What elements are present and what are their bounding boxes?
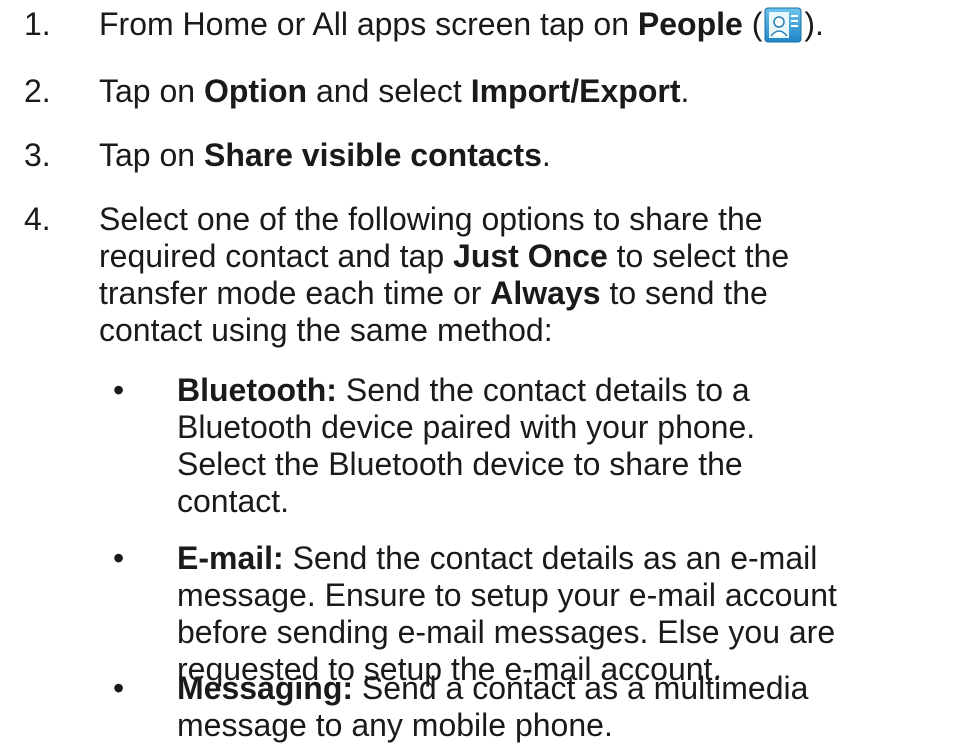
bullet-line: Select the Bluetooth device to share the — [177, 446, 743, 482]
option-just-once: Just Once — [453, 238, 608, 274]
step-text-part: . — [680, 73, 690, 109]
step-number: 2. — [24, 73, 51, 109]
menu-share-visible-contacts: Share visible contacts — [203, 137, 542, 173]
step-text-part: to send the — [600, 275, 768, 311]
bullet-label: Messaging: — [177, 670, 354, 706]
bullet-text-part: Send the contact details as an e-mail — [283, 540, 818, 576]
step-number: 3. — [24, 137, 51, 173]
bullet-line: message to any mobile phone. — [177, 707, 613, 743]
bullet-text-part: Send the contact details to a — [336, 372, 750, 408]
step-number: 1. — [24, 6, 51, 42]
step-line: contact using the same method: — [99, 312, 553, 348]
bullet-text: E-mail: Send the contact details as an e… — [177, 538, 957, 687]
bullet-line: contact. — [177, 483, 290, 519]
step-text: Tap on Share visible contacts. — [99, 135, 954, 175]
step-text-part: ( — [742, 6, 763, 42]
step-line: Select one of the following options to s… — [99, 201, 763, 237]
step-text: Tap on Option and select Import/Export. — [99, 71, 954, 111]
step-text-part: required contact and tap — [99, 238, 454, 274]
step-text-part: and select — [307, 73, 471, 109]
step-text-part: Tap on — [99, 137, 204, 173]
bullet-label: E-mail: — [177, 540, 284, 576]
menu-option: Option — [203, 73, 308, 109]
option-always: Always — [490, 275, 601, 311]
bullet-text-part: Send a contact as a multimedia — [353, 670, 809, 706]
step-text-part: transfer mode each time or — [99, 275, 491, 311]
bullet-line: before sending e-mail messages. Else you… — [177, 614, 836, 650]
step-text-part: . — [541, 137, 551, 173]
bullet-symbol: • — [113, 540, 125, 576]
bullet-line: Bluetooth device paired with your phone. — [177, 409, 756, 445]
bullet-text: Messaging: Send a contact as a multimedi… — [177, 668, 957, 743]
step-text: Select one of the following options to s… — [99, 199, 954, 348]
menu-import-export: Import/Export — [470, 73, 681, 109]
bullet-line: message. Ensure to setup your e-mail acc… — [177, 577, 837, 613]
bullet-symbol: • — [113, 372, 125, 408]
bullet-label: Bluetooth: — [177, 372, 337, 408]
people-app-icon — [764, 7, 802, 43]
step-text-part: ). — [804, 6, 824, 42]
step-text-part: From Home or All apps screen tap on — [99, 6, 638, 42]
step-text: From Home or All apps screen tap on Peop… — [99, 4, 954, 44]
page: { "steps": [ { "number": "1.", "lines": … — [0, 0, 957, 744]
bullet-text: Bluetooth: Send the contact details to a… — [177, 370, 957, 519]
app-name-people: People — [637, 6, 743, 42]
bullet-symbol: • — [113, 670, 125, 706]
step-text-part: Tap on — [99, 73, 204, 109]
step-number: 4. — [24, 201, 51, 237]
step-text-part: to select the — [607, 238, 790, 274]
